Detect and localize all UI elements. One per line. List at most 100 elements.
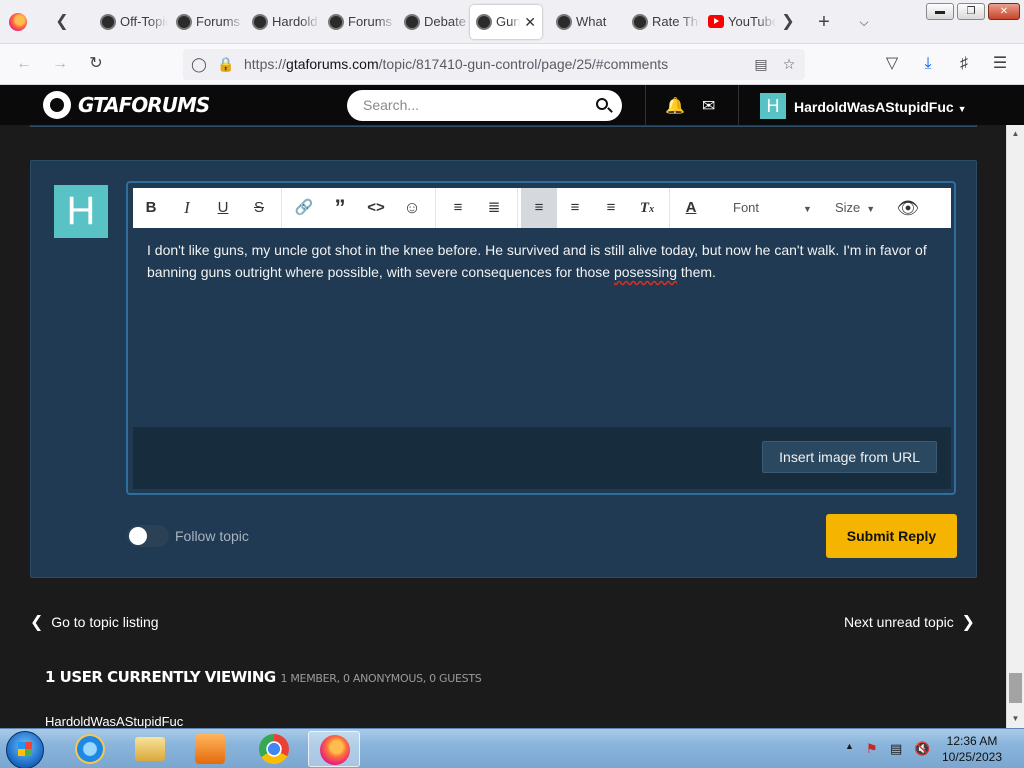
close-tab-icon[interactable]: ✕ <box>524 5 536 39</box>
next-unread-topic-link[interactable]: Next unread topic ❯ <box>844 612 975 632</box>
browser-tab[interactable]: Forums <box>170 5 244 39</box>
browser-tab-active[interactable]: Gun ✕ <box>470 5 542 39</box>
start-button-icon[interactable] <box>6 731 44 768</box>
toolbar-divider <box>669 188 670 228</box>
browser-tab-strip: ❮ Off-Topic Forums Hardold Forums Debate… <box>0 0 1024 44</box>
address-bar[interactable]: ◯ 🔒 https://gtaforums.com/topic/817410-g… <box>183 49 805 80</box>
tab-label: Off-Topic <box>120 14 168 29</box>
caret-down-icon: ▼ <box>803 204 812 214</box>
size-dropdown[interactable]: Size ▼ <box>835 188 875 228</box>
volume-muted-icon[interactable]: 🔇 <box>914 741 930 757</box>
system-clock[interactable]: 12:36 AM 10/25/2023 <box>932 733 1012 765</box>
misspelled-word[interactable]: posessing <box>614 264 677 280</box>
gtaforums-logo-icon[interactable] <box>43 91 71 119</box>
browser-tab[interactable]: Rate This <box>626 5 700 39</box>
browser-tab[interactable]: Debate <box>398 5 472 39</box>
go-to-topic-listing-link[interactable]: ❮ Go to topic listing <box>30 612 159 632</box>
clock-time: 12:36 AM <box>946 734 998 748</box>
toolbar-divider <box>517 188 518 228</box>
back-icon[interactable]: ← <box>12 52 36 76</box>
underline-icon[interactable]: U <box>205 188 241 228</box>
text-color-icon[interactable]: A <box>673 188 709 228</box>
quote-icon[interactable]: ” <box>322 188 358 228</box>
reply-editor[interactable]: B I U S 🔗 ” <> ☺ ≡ ≣ ≡ ≡ ≡ Tx A Font ▼ S… <box>126 181 956 495</box>
bulleted-list-icon[interactable]: ≡ <box>440 188 476 228</box>
scrollbar-thumb[interactable] <box>1009 673 1022 703</box>
follow-topic-toggle[interactable] <box>127 525 169 547</box>
editor-attachment-bar: Insert image from URL <box>133 427 951 489</box>
insert-image-from-url-button[interactable]: Insert image from URL <box>762 441 937 473</box>
gtaforums-icon <box>556 14 572 30</box>
notifications-bell-icon[interactable]: 🔔 <box>665 96 685 116</box>
list-all-tabs-icon[interactable]: ⌵ <box>852 10 876 34</box>
url-text[interactable]: https://gtaforums.com/topic/817410-gun-c… <box>244 49 668 80</box>
strikethrough-icon[interactable]: S <box>241 188 277 228</box>
downloads-icon[interactable]: ⤓ <box>916 52 940 76</box>
bold-icon[interactable]: B <box>133 188 169 228</box>
scroll-up-icon[interactable]: ▲ <box>1007 125 1024 142</box>
submit-reply-button[interactable]: Submit Reply <box>826 514 957 558</box>
reload-icon[interactable]: ↻ <box>84 52 108 76</box>
code-icon[interactable]: <> <box>358 188 394 228</box>
scroll-down-icon[interactable]: ▼ <box>1007 710 1024 727</box>
tracking-protection-icon[interactable]: ◯ <box>191 56 207 72</box>
numbered-list-icon[interactable]: ≣ <box>476 188 512 228</box>
firefox-taskbar-button[interactable] <box>308 731 360 767</box>
italic-icon[interactable]: I <box>169 188 205 228</box>
new-tab-icon[interactable]: + <box>812 10 836 34</box>
user-avatar[interactable]: H <box>760 93 786 119</box>
viewer-user-link[interactable]: HardoldWasAStupidFuc <box>45 714 183 728</box>
windows-taskbar: ▲ ⚑ ▤ 🔇 12:36 AM 10/25/2023 <box>0 728 1024 768</box>
search-icon[interactable] <box>596 98 608 110</box>
action-center-flag-icon[interactable]: ⚑ <box>866 741 878 757</box>
network-icon[interactable]: ▤ <box>890 741 902 757</box>
media-player-taskbar-button[interactable] <box>184 731 236 767</box>
browser-tab[interactable]: YouTube <box>702 5 776 39</box>
minimize-window-icon[interactable]: ▬ <box>926 3 954 20</box>
gtaforums-icon <box>252 14 268 30</box>
font-dropdown[interactable]: Font ▼ <box>733 188 812 228</box>
close-window-icon[interactable]: ✕ <box>988 3 1020 20</box>
chrome-icon <box>259 734 289 764</box>
tab-label: Debate <box>424 14 466 29</box>
browser-tab[interactable]: Off-Topic <box>94 5 168 39</box>
viewing-title: 1 USER CURRENTLY VIEWING <box>45 668 276 686</box>
browser-tab[interactable]: Forums <box>322 5 396 39</box>
forward-icon[interactable]: → <box>48 52 72 76</box>
restore-window-icon[interactable]: ❐ <box>957 3 985 20</box>
editor-text-area[interactable]: I don't like guns, my uncle got shot in … <box>147 239 937 283</box>
preview-eye-icon[interactable]: 👁 <box>890 188 926 228</box>
page-scrollbar[interactable]: ▲ ▼ <box>1006 125 1024 728</box>
chrome-taskbar-button[interactable] <box>248 731 300 767</box>
tab-scroll-right-icon[interactable]: ❯ <box>776 10 800 34</box>
header-divider <box>645 85 646 125</box>
reader-view-icon[interactable]: ▤ <box>753 56 769 72</box>
clear-formatting-icon[interactable]: Tx <box>629 188 665 228</box>
url-prefix: https:// <box>244 56 287 72</box>
browser-tab[interactable]: Hardold <box>246 5 320 39</box>
align-left-icon[interactable]: ≡ <box>521 188 557 228</box>
toolbar-divider <box>435 188 436 228</box>
pocket-icon[interactable]: ▽ <box>880 52 904 76</box>
firefox-icon[interactable] <box>9 13 27 31</box>
align-right-icon[interactable]: ≡ <box>593 188 629 228</box>
lock-icon[interactable]: 🔒 <box>217 56 234 72</box>
align-center-icon[interactable]: ≡ <box>557 188 593 228</box>
link-icon[interactable]: 🔗 <box>286 188 322 228</box>
menu-icon[interactable]: ☰ <box>988 52 1012 76</box>
internet-explorer-taskbar-button[interactable] <box>64 731 116 767</box>
show-hidden-icons-icon[interactable]: ▲ <box>845 741 854 751</box>
next-label: Next unread topic <box>844 614 954 630</box>
extensions-icon[interactable]: ♯ <box>952 52 976 76</box>
search-input[interactable]: Search... <box>347 90 622 121</box>
file-explorer-taskbar-button[interactable] <box>124 731 176 767</box>
font-dropdown-label: Font <box>733 200 760 215</box>
tab-scroll-left-icon[interactable]: ❮ <box>51 10 73 34</box>
messages-envelope-icon[interactable]: ✉ <box>702 96 715 116</box>
site-logo[interactable]: GTAFORUMS <box>78 93 210 117</box>
bookmark-star-icon[interactable]: ☆ <box>781 56 797 72</box>
emoji-icon[interactable]: ☺ <box>394 188 430 228</box>
viewing-subtitle: 1 MEMBER, 0 ANONYMOUS, 0 GUESTS <box>280 672 482 685</box>
browser-tab[interactable]: What <box>550 5 624 39</box>
youtube-icon <box>708 15 724 28</box>
